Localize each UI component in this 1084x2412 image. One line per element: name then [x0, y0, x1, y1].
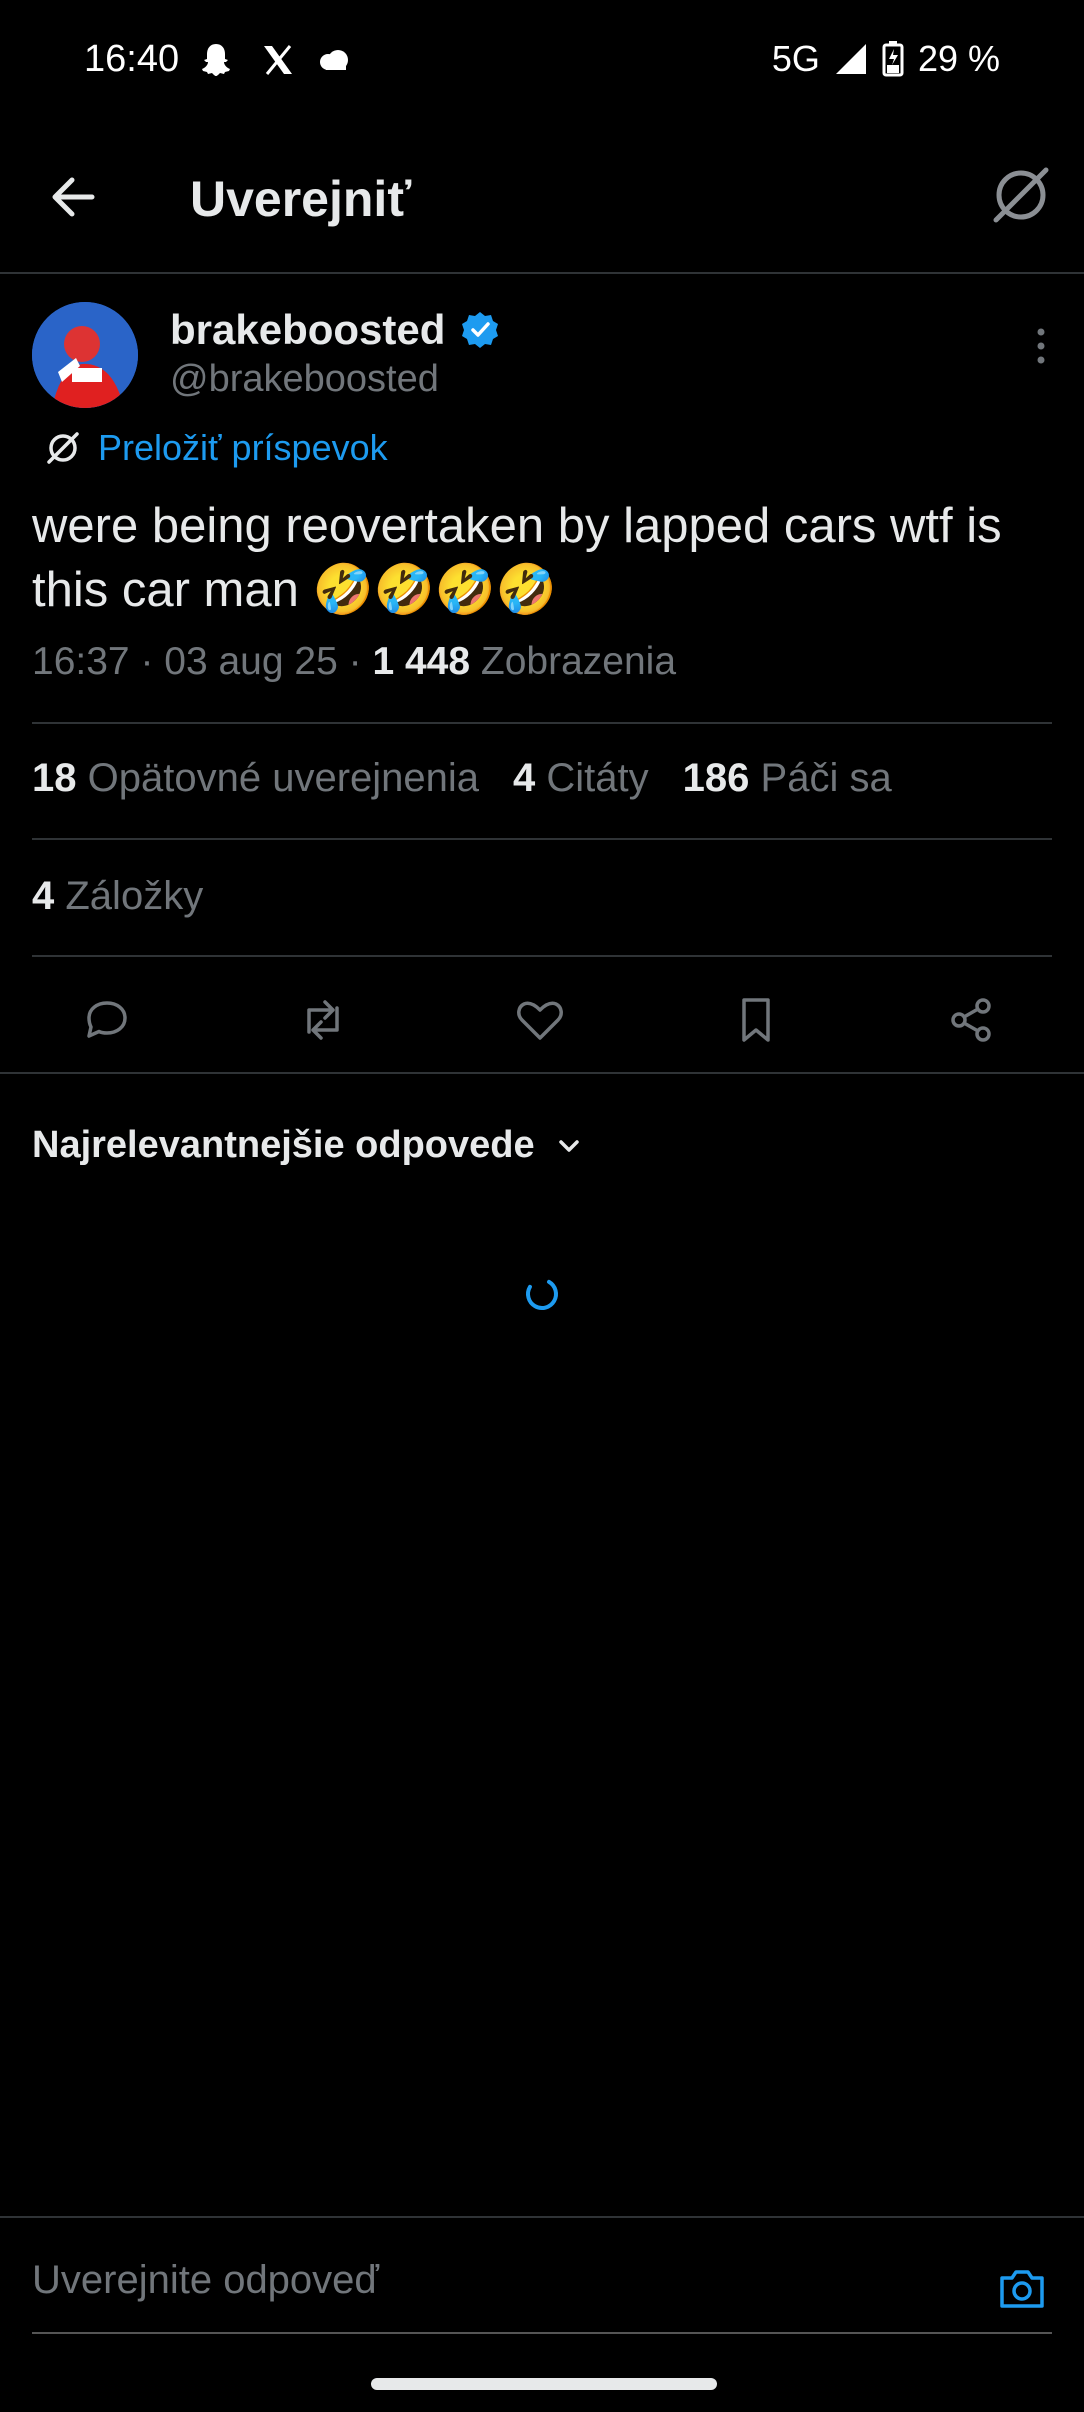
status-bar: 16:40 5G 29 % — [0, 0, 1084, 120]
avatar-image — [32, 302, 138, 408]
divider — [32, 722, 1052, 724]
status-right: 5G 29 % — [772, 38, 1000, 80]
divider — [32, 838, 1052, 840]
reply-icon[interactable] — [79, 992, 135, 1048]
signal-icon — [835, 44, 866, 74]
user-handle[interactable]: @brakeboosted — [170, 358, 439, 401]
replies-sort-dropdown[interactable]: Najrelevantnejšie odpovede — [32, 1124, 585, 1167]
quotes-stat[interactable]: 4 Citáty — [513, 756, 649, 801]
likes-stat[interactable]: 186 Páči sa — [683, 756, 892, 801]
battery-label: 29 % — [917, 38, 1000, 79]
network-label: 5G — [771, 38, 820, 79]
quotes-label: Citáty — [546, 756, 649, 800]
translate-post-link[interactable]: Preložiť príspevok — [44, 424, 388, 472]
post-time: 16:37 — [32, 640, 130, 683]
reposts-count: 18 — [32, 756, 77, 800]
page-title: Uverejniť — [190, 171, 412, 227]
chevron-down-icon — [558, 1139, 579, 1152]
like-icon[interactable] — [512, 992, 568, 1048]
camera-icon[interactable] — [994, 2260, 1050, 2316]
translate-icon[interactable] — [988, 162, 1054, 228]
likes-count: 186 — [682, 756, 750, 800]
loading-spinner-icon — [526, 1278, 558, 1310]
replies-sort-label: Najrelevantnejšie odpovede — [32, 1124, 535, 1166]
verified-badge-icon — [462, 312, 498, 348]
repost-icon[interactable] — [295, 992, 351, 1048]
battery-icon — [882, 41, 904, 77]
more-options-icon[interactable] — [1026, 324, 1056, 368]
bookmarks-label: Záložky — [65, 874, 204, 918]
likes-label: Páči sa — [760, 756, 892, 800]
post-stats: 18 Opätovné uverejnenia 4 Citáty 186 Páč… — [32, 756, 892, 801]
reply-input[interactable] — [32, 2258, 932, 2303]
x-icon — [264, 45, 292, 75]
share-icon[interactable] — [943, 992, 999, 1048]
views-label: Zobrazenia — [480, 640, 677, 683]
reply-bar — [0, 2216, 1084, 2338]
avatar[interactable] — [32, 302, 138, 408]
bookmark-icon[interactable] — [728, 992, 784, 1048]
cloud-icon — [320, 50, 348, 70]
home-indicator[interactable] — [371, 2378, 717, 2390]
divider — [32, 955, 1052, 957]
bookmarks-count: 4 — [32, 874, 55, 918]
post-meta: 16:37 · 03 aug 25 · 1 448 Zobrazenia — [32, 640, 677, 683]
translate-post-label: Preložiť príspevok — [98, 427, 388, 468]
status-time: 16:40 — [84, 38, 180, 80]
quotes-count: 4 — [513, 756, 536, 800]
post-text: were being reovertaken by lapped cars wt… — [32, 499, 1002, 617]
translate-icon — [47, 432, 79, 464]
top-header: Uverejniť — [0, 120, 1084, 274]
arrow-left-icon[interactable] — [40, 162, 110, 232]
action-bar — [0, 968, 1084, 1074]
display-name[interactable]: brakeboosted — [170, 306, 445, 354]
post-date: 03 aug 25 — [164, 640, 338, 683]
snapchat-icon — [202, 44, 230, 76]
views-count: 1 448 — [372, 640, 471, 683]
reposts-stat[interactable]: 18 Opätovné uverejnenia — [32, 756, 479, 801]
reposts-label: Opätovné uverejnenia — [87, 756, 480, 800]
bookmarks-stat[interactable]: 4 Záložky — [32, 874, 203, 919]
reply-underline — [32, 2332, 1052, 2334]
